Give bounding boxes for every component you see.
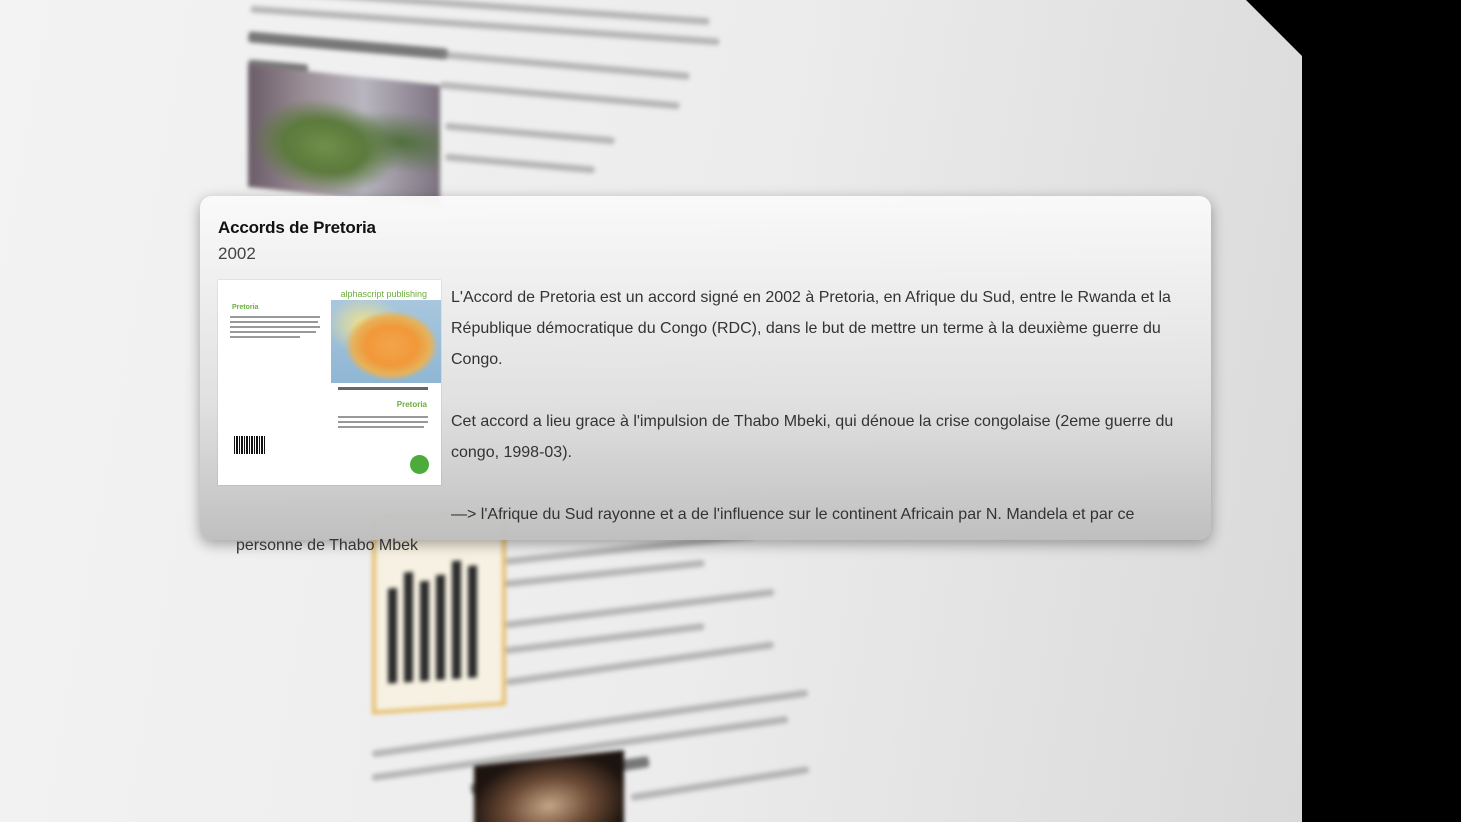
popover-body: L'Accord de Pretoria est un accord signé… — [218, 282, 1186, 561]
info-popover: Accords de Pretoria 2002 alphascript pub… — [200, 196, 1211, 554]
popover-title: Accords de Pretoria — [218, 218, 376, 237]
popover-year: 2002 — [218, 244, 256, 263]
paragraph-3: —> l'Afrique du Sud rayonne et a de l'in… — [236, 506, 1135, 554]
